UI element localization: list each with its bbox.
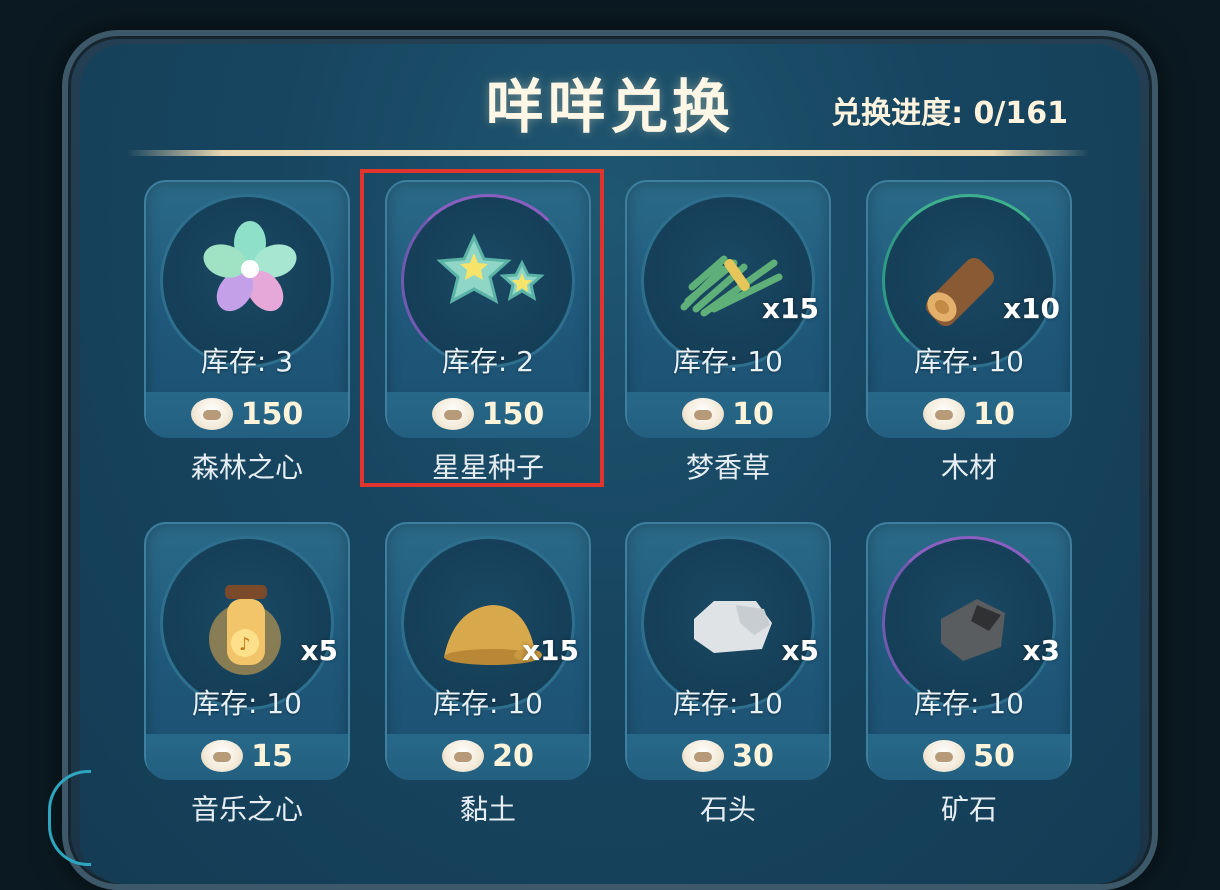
item-card-stone[interactable]: x5 库存: 10 30 <box>625 522 831 780</box>
price-row: 150 <box>146 392 348 436</box>
item-multiplier: x15 <box>761 292 819 325</box>
item-name: 音乐之心 <box>190 793 303 826</box>
sheep-icon <box>201 740 244 772</box>
item-name: 黏土 <box>459 793 516 826</box>
selected-item-highlight <box>360 169 604 487</box>
item-card-music-heart[interactable]: ♪ x5 库存: 10 15 <box>144 522 350 780</box>
item-stock: 库存: 3 <box>200 345 294 378</box>
item-price: 150 <box>240 396 304 432</box>
item-card-ore[interactable]: x3 库存: 10 50 <box>866 522 1072 780</box>
item-stock: 库存: 10 <box>673 687 783 720</box>
item-card-forest-heart[interactable]: 库存: 3 150 <box>144 180 350 438</box>
price-row: 10 <box>627 392 829 436</box>
item-name: 木材 <box>940 451 997 484</box>
item-stock: 库存: 10 <box>192 687 302 720</box>
item-multiplier: x5 <box>781 634 819 667</box>
title-divider <box>126 150 1090 156</box>
item-price: 30 <box>732 738 774 774</box>
svg-text:♪: ♪ <box>239 634 251 655</box>
item-multiplier: x5 <box>300 634 338 667</box>
item-name: 石头 <box>699 793 756 826</box>
item-multiplier: x15 <box>521 634 579 667</box>
progress-value: 0/161 <box>973 96 1068 131</box>
price-row: 50 <box>868 734 1070 778</box>
item-price: 15 <box>251 738 293 774</box>
progress-label: 兑换进度: <box>831 96 964 131</box>
item-stock: 库存: 10 <box>914 687 1024 720</box>
item-name: 梦香草 <box>685 451 770 484</box>
sheep-icon <box>682 740 725 772</box>
price-row: 10 <box>868 392 1070 436</box>
item-stock: 库存: 10 <box>433 687 543 720</box>
item-card-wood[interactable]: x10 库存: 10 10 <box>866 180 1072 438</box>
item-price: 10 <box>732 396 774 432</box>
item-card-clay[interactable]: x15 库存: 10 20 <box>385 522 591 780</box>
item-price: 10 <box>973 396 1015 432</box>
decorative-ring <box>48 770 91 866</box>
item-multiplier: x10 <box>1002 292 1060 325</box>
sheep-icon <box>923 398 966 430</box>
item-name: 矿石 <box>940 793 997 826</box>
sheep-icon <box>442 740 485 772</box>
price-row: 20 <box>387 734 589 778</box>
item-card-dream-grass[interactable]: x15 库存: 10 10 <box>625 180 831 438</box>
item-stock: 库存: 10 <box>914 345 1024 378</box>
sheep-icon <box>923 740 966 772</box>
item-multiplier: x3 <box>1022 634 1060 667</box>
price-row: 30 <box>627 734 829 778</box>
item-price: 50 <box>973 738 1015 774</box>
item-stock: 库存: 10 <box>673 345 783 378</box>
sheep-icon <box>190 398 233 430</box>
exchange-progress: 兑换进度: 0/161 <box>831 88 1068 132</box>
sheep-icon <box>682 398 725 430</box>
item-name: 森林之心 <box>190 451 303 484</box>
item-price: 20 <box>492 738 534 774</box>
price-row: 15 <box>146 734 348 778</box>
